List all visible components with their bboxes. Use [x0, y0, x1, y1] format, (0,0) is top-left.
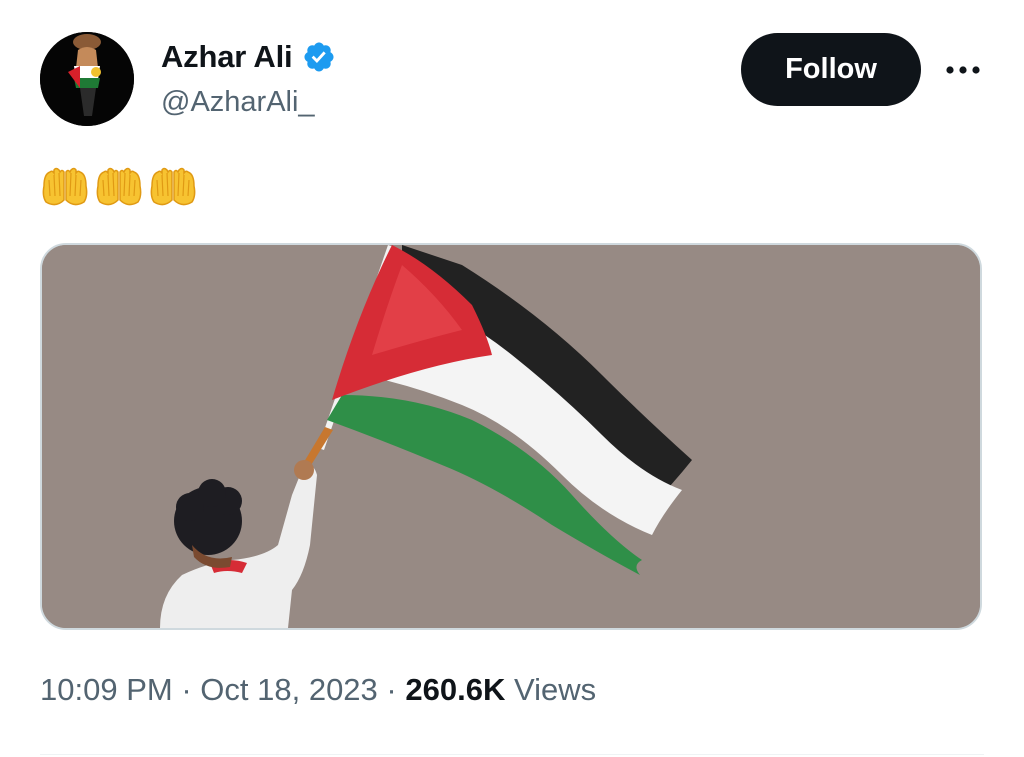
tweet-text [40, 166, 198, 212]
more-options-button[interactable] [940, 52, 986, 88]
author-name-row[interactable]: Azhar Ali [161, 37, 336, 77]
tweet-date[interactable]: Oct 18, 2023 [200, 672, 378, 707]
avatar[interactable] [40, 32, 134, 126]
tweet-time[interactable]: 10:09 PM [40, 672, 173, 707]
meta-separator: · [386, 672, 397, 707]
follow-button[interactable]: Follow [741, 33, 921, 106]
more-icon [946, 66, 980, 74]
verified-badge-icon[interactable] [302, 40, 336, 74]
divider [40, 754, 984, 755]
palms-up-together-emoji [150, 167, 196, 206]
author-handle[interactable]: @AzharAli_ [161, 86, 315, 119]
palms-up-together-emoji [42, 167, 88, 206]
palms-up-together-emoji [96, 167, 142, 206]
tweet-media[interactable] [40, 243, 982, 630]
views-label: Views [513, 672, 597, 707]
views-count: 260.6K [405, 672, 506, 707]
tweet: Azhar Ali @AzharAli_ Follow 10:09 PM · O… [0, 0, 1024, 757]
display-name[interactable]: Azhar Ali [161, 39, 293, 75]
meta-separator: · [181, 672, 192, 707]
avatar-image [40, 32, 134, 126]
palestinian-flag-illustration [42, 245, 980, 628]
tweet-meta: 10:09 PM · Oct 18, 2023 · 260.6K Views [40, 672, 596, 708]
